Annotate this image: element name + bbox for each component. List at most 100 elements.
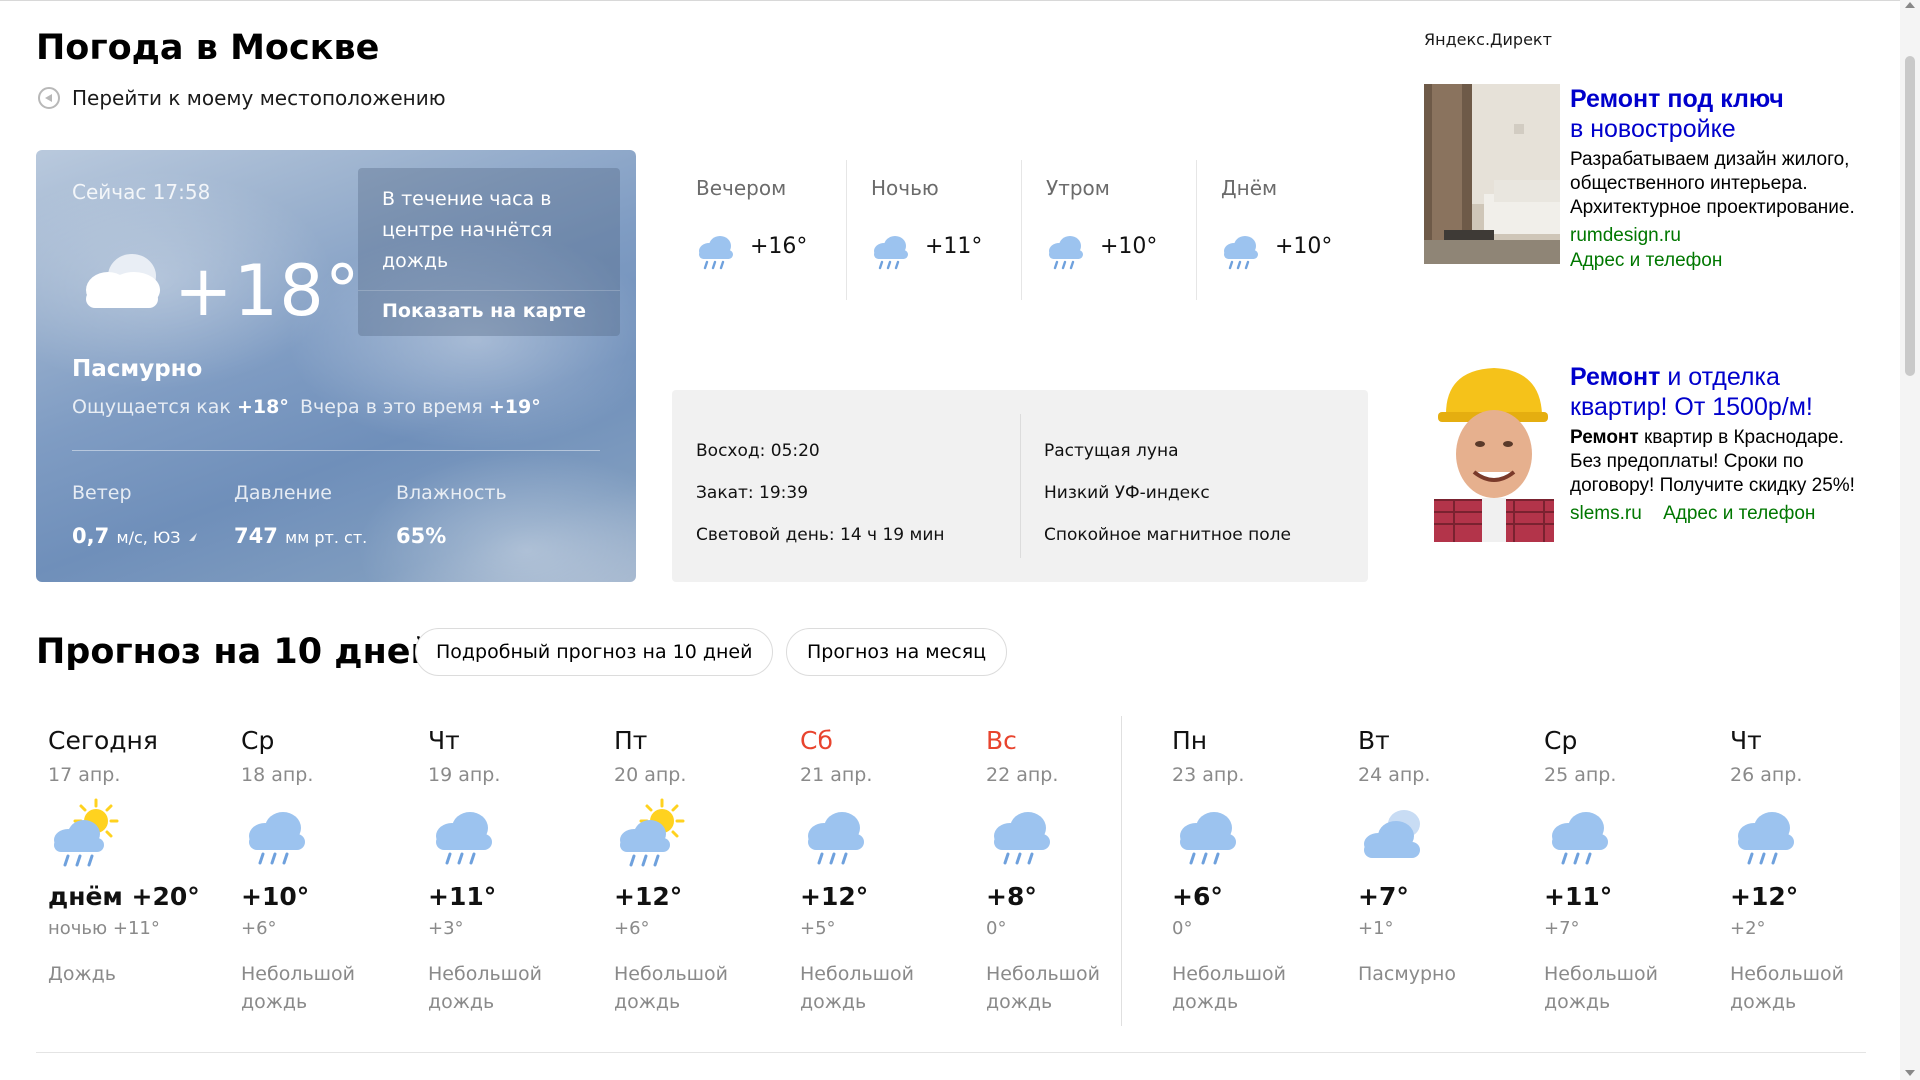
forecast-day[interactable]: Сегодня 17 апр. днём +20° ночью +11° Дождь	[36, 716, 222, 1026]
rain-nowcast-panel[interactable]: В течение часа в центре начнётся дождь П…	[358, 168, 620, 336]
scroll-up-icon[interactable]	[1905, 2, 1915, 8]
rain-cloud-icon	[1544, 798, 1616, 868]
week-separator	[1121, 716, 1122, 1026]
divider	[72, 450, 600, 451]
ad-contact-link[interactable]: Адрес и телефон	[1663, 503, 1815, 524]
day-condition: Небольшой дождь	[986, 963, 1101, 1013]
day-low-temp: +1°	[1358, 918, 1394, 939]
forecast-day[interactable]: Чт 26 апр. +12° +2° Небольшой дождь	[1718, 716, 1904, 1026]
rain-nowcast-text: В течение часа в центре начнётся дождь	[382, 188, 553, 272]
ad-contact-link[interactable]: Адрес и телефон	[1570, 248, 1870, 273]
sunset: Закат: 19:39	[696, 483, 809, 503]
show-map-link[interactable]: Показать на карте	[382, 300, 586, 322]
day-name: Пн	[1172, 726, 1208, 755]
wind-label: Ветер	[72, 482, 132, 504]
sun-rain-icon	[48, 798, 120, 868]
day-part-morning[interactable]: Утром +10°	[1022, 160, 1197, 300]
day-low-temp: 0°	[1172, 918, 1193, 939]
ad-image-worker[interactable]	[1424, 362, 1560, 542]
detailed-forecast-button[interactable]: Подробный прогноз на 10 дней	[415, 628, 774, 676]
day-high-temp: +7°	[1358, 882, 1409, 911]
forecast-day[interactable]: Чт 19 апр. +11° +3° Небольшой дождь	[416, 716, 602, 1026]
day-low-temp: +5°	[800, 918, 836, 939]
ad-text: Ремонт квартир в Краснодаре. Без предопл…	[1570, 427, 1855, 496]
ad-item[interactable]: Ремонт под ключ в новостройке Разрабатыва…	[1424, 84, 1868, 304]
ads-label[interactable]: Яндекс.Директ	[1424, 30, 1552, 49]
forecast-day[interactable]: Ср 25 апр. +11° +7° Небольшой дождь	[1532, 716, 1718, 1026]
forecast-day[interactable]: Вс 22 апр. +8° 0° Небольшой дождь	[974, 716, 1160, 1026]
day-date: 26 апр.	[1730, 764, 1803, 786]
rain-cloud-icon	[1049, 236, 1083, 270]
moon-phase: Растущая луна	[1044, 441, 1179, 461]
sunrise: Восход: 05:20	[696, 441, 820, 461]
day-name: Вт	[1358, 726, 1390, 755]
day-part-day[interactable]: Днём +10°	[1197, 160, 1372, 300]
locate-label: Перейти к моему местоположению	[72, 86, 446, 110]
day-high-temp: +12°	[1730, 882, 1799, 911]
rain-cloud-icon	[874, 236, 908, 270]
day-date: 18 апр.	[241, 764, 314, 786]
forecast-day[interactable]: Ср 18 апр. +10° +6° Небольшой дождь	[229, 716, 415, 1026]
day-date: 23 апр.	[1172, 764, 1245, 786]
day-parts: Вечером +16° Ночью +11° Утром +10° Днём …	[672, 160, 1372, 300]
day-high-temp: +8°	[986, 882, 1037, 911]
ad-item[interactable]: Ремонт и отделка квартир! От 1500р/м! Ре…	[1424, 362, 1868, 562]
rain-cloud-icon	[699, 236, 733, 270]
locate-link[interactable]: Перейти к моему местоположению	[38, 86, 446, 110]
day-date: 17 апр.	[48, 764, 121, 786]
rain-cloud-icon	[1172, 798, 1244, 868]
humidity-label: Влажность	[396, 482, 507, 504]
rain-cloud-icon	[428, 798, 500, 868]
forecast-day[interactable]: Сб 21 апр. +12° +5° Небольшой дождь	[788, 716, 974, 1026]
scroll-thumb[interactable]	[1905, 56, 1915, 376]
ad-title[interactable]: Ремонт под ключ в новостройке	[1570, 84, 1870, 144]
current-temperature: +18°	[174, 250, 361, 332]
location-arrow-icon	[38, 87, 60, 109]
ad-domain[interactable]: rumdesign.ru	[1570, 223, 1870, 248]
day-part-night[interactable]: Ночью +11°	[847, 160, 1022, 300]
day-high-temp: +11°	[1544, 882, 1613, 911]
forecast-days: Сегодня 17 апр. днём +20° ночью +11° Дождь Ср…	[36, 716, 1866, 1026]
pressure-value: 747 мм рт. ст.	[234, 524, 368, 548]
forecast-day[interactable]: Пт 20 апр. +12° +6° Небольшой дождь	[602, 716, 788, 1026]
day-date: 25 апр.	[1544, 764, 1617, 786]
day-high-temp: +11°	[428, 882, 497, 911]
ad-text: Разрабатываем дизайн жилого, общественно…	[1570, 149, 1855, 218]
forecast-day[interactable]: Вт 24 апр. +7° +1° Пасмурно	[1346, 716, 1532, 1026]
current-weather-card[interactable]: Сейчас 17:58 +18° Пасмурно Ощущается как…	[36, 150, 636, 582]
day-name: Пт	[614, 726, 648, 755]
pressure-label: Давление	[234, 482, 332, 504]
day-condition: Небольшой дождь	[800, 963, 915, 1013]
rain-cloud-icon	[800, 798, 872, 868]
day-name: Сегодня	[48, 726, 158, 755]
ad-title[interactable]: Ремонт и отделка квартир! От 1500р/м!	[1570, 362, 1870, 422]
day-name: Вс	[986, 726, 1017, 755]
scroll-down-icon[interactable]	[1905, 1070, 1915, 1076]
month-forecast-button[interactable]: Прогноз на месяц	[786, 628, 1008, 676]
day-condition: Небольшой дождь	[614, 963, 729, 1013]
day-condition: Небольшой дождь	[1544, 963, 1659, 1013]
feels-like: Ощущается как +18°	[72, 396, 289, 418]
current-time: Сейчас 17:58	[72, 180, 211, 204]
day-low-temp: 0°	[986, 918, 1007, 939]
day-high-temp: +6°	[1172, 882, 1223, 911]
day-date: 24 апр.	[1358, 764, 1431, 786]
humidity-value: 65%	[396, 524, 447, 548]
day-condition: Небольшой дождь	[1172, 963, 1287, 1013]
day-part-evening[interactable]: Вечером +16°	[672, 160, 847, 300]
divider	[36, 1052, 1866, 1053]
day-name: Чт	[1730, 726, 1762, 755]
rain-cloud-icon	[1730, 798, 1802, 868]
ad-image-interior[interactable]	[1424, 84, 1560, 264]
current-condition: Пасмурно	[72, 356, 203, 382]
day-condition: Дождь	[48, 963, 116, 985]
day-condition: Небольшой дождь	[428, 963, 543, 1013]
rain-cloud-icon	[241, 798, 313, 868]
forecast-day[interactable]: Пн 23 апр. +6° 0° Небольшой дождь	[1160, 716, 1346, 1026]
day-date: 22 апр.	[986, 764, 1059, 786]
scrollbar[interactable]	[1900, 0, 1920, 1080]
day-low-temp: +3°	[428, 918, 464, 939]
sun-moon-info: Восход: 05:20 Закат: 19:39 Световой день…	[672, 390, 1368, 582]
ad-domain[interactable]: slems.ru	[1570, 503, 1642, 524]
overcast-cloud-icon	[1358, 798, 1430, 868]
